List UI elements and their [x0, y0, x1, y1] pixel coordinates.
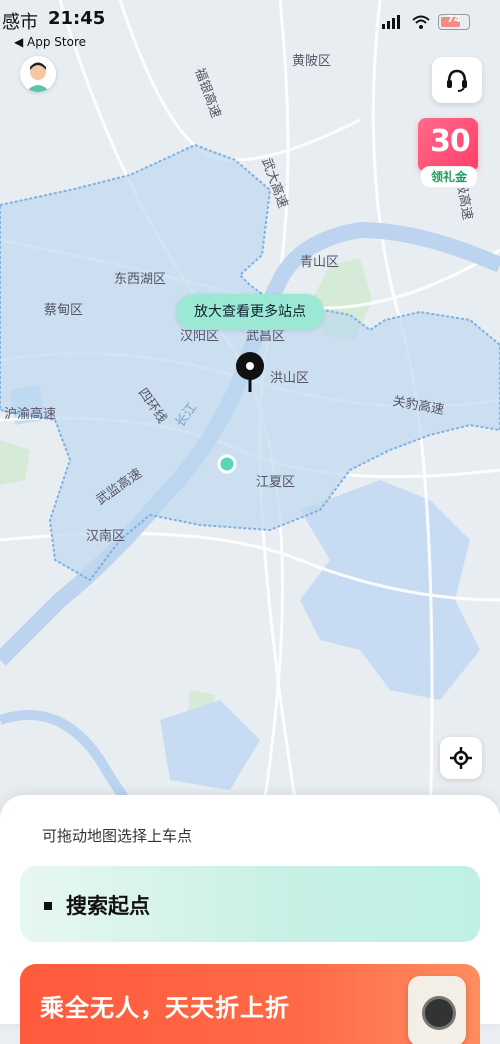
map-label: 汉南区	[86, 528, 125, 544]
map-label: 青山区	[300, 255, 339, 270]
promo-car-image	[408, 976, 466, 1044]
map-label: 沪渝高速	[4, 406, 56, 422]
locate-me-button[interactable]	[440, 737, 482, 779]
battery-icon: 74	[438, 14, 470, 30]
status-left-text: 感市	[2, 12, 38, 33]
user-avatar[interactable]	[20, 56, 56, 92]
signal-icon	[382, 15, 400, 29]
start-point-marker	[44, 902, 52, 910]
avatar-icon	[26, 62, 50, 92]
promo-wheel-icon	[422, 996, 456, 1030]
drag-map-hint: 可拖动地图选择上车点	[42, 827, 193, 845]
promo-banner[interactable]: 乘全无人，天天折上折	[20, 964, 480, 1044]
gift-amount: 30	[430, 124, 471, 159]
current-location-dot	[217, 454, 237, 474]
zoom-hint-tooltip: 放大查看更多站点	[176, 294, 324, 330]
map-label: 黄陂区	[292, 53, 331, 69]
gift-money-button[interactable]: 30 领礼金	[418, 118, 478, 188]
map-label: 洪山区	[270, 371, 309, 386]
status-icons: 74	[382, 14, 470, 30]
back-to-app-store-link[interactable]: ◀ App Store	[14, 35, 86, 49]
search-start-button[interactable]: 搜索起点	[20, 866, 480, 942]
status-bar: 感市 21:45 ◀ App Store 74	[0, 0, 500, 52]
search-start-label: 搜索起点	[66, 894, 150, 918]
gift-label: 领礼金	[420, 166, 478, 188]
promo-text: 乘全无人，天天折上折	[40, 994, 290, 1022]
map-label: 汉阳区	[180, 329, 219, 344]
wifi-icon	[412, 15, 430, 29]
gift-card: 30	[418, 118, 478, 172]
customer-service-button[interactable]	[432, 57, 482, 103]
battery-text: 74	[447, 14, 461, 25]
headset-icon	[447, 69, 467, 92]
map-label: 江夏区	[256, 475, 295, 490]
map-label: 蔡甸区	[44, 303, 83, 318]
status-time: 21:45	[48, 8, 106, 29]
map-label: 东西湖区	[114, 272, 166, 287]
crosshair-icon	[450, 747, 472, 769]
map-label: 武昌区	[246, 329, 285, 344]
